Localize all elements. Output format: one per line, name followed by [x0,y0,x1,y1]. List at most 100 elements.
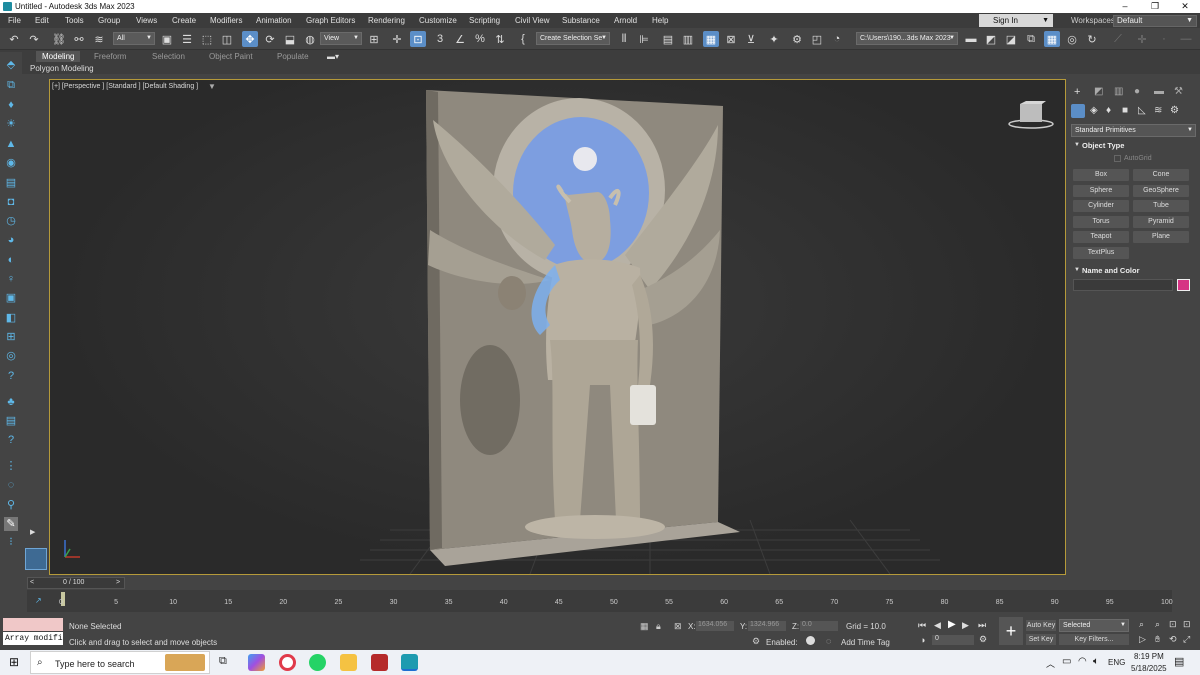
menu-customize[interactable]: Customize [419,16,457,25]
rectangular-selection-icon[interactable]: ⬚ [199,31,215,47]
tab-freeform[interactable]: Freeform [94,52,126,61]
toggle-ribbon-icon[interactable]: ▦ [703,31,719,47]
notifications-icon[interactable]: ▤ [1174,655,1184,668]
name-and-color-title[interactable]: Name and Color [1082,266,1140,275]
copilot-icon[interactable] [248,654,265,671]
next-frame-icon[interactable]: ▶ [962,620,969,631]
menu-animation[interactable]: Animation [256,16,292,25]
sphere-button[interactable]: Sphere [1073,185,1129,197]
project-new-icon[interactable]: ◩ [983,31,999,47]
rendered-frame-window-icon[interactable]: ◰ [809,31,825,47]
render-setup-icon[interactable]: ⚙ [789,31,805,47]
previous-frame-icon[interactable]: ◀ [934,620,941,631]
motion-panel-icon[interactable]: ● [1134,86,1140,97]
maximize-button[interactable]: ❐ [1140,0,1170,13]
keyboard-shortcut-override-icon[interactable]: ⊡ [410,31,426,47]
box-button[interactable]: Box [1073,169,1129,181]
spinner-snap-icon[interactable]: ⇅ [492,31,508,47]
winrar-icon[interactable] [371,654,388,671]
time-slider[interactable]: < 0 / 100 > [27,577,125,589]
grid-tool-icon[interactable]: ⊞ [4,330,18,344]
doc-tool-icon[interactable]: ▤ [4,414,18,428]
project-save-icon[interactable]: ⧉ [1023,31,1039,47]
percent-snap-icon[interactable]: % [472,31,488,47]
key-filters-button[interactable]: Key Filters... [1059,634,1129,645]
orbit-icon[interactable]: ⟲ [1169,634,1177,645]
torus-button[interactable]: Torus [1073,216,1129,228]
tab-modeling[interactable]: Modeling [36,51,81,62]
menu-help[interactable]: Help [652,16,668,25]
menu-create[interactable]: Create [172,16,196,25]
select-and-place-icon[interactable]: ◍ [302,31,318,47]
zoom-all-icon[interactable]: ⌕ [1155,619,1160,630]
3ds-max-taskbar-icon[interactable] [401,654,418,671]
pivot-center-icon[interactable]: ⊞ [366,31,382,47]
menu-file[interactable]: File [8,16,21,25]
menu-group[interactable]: Group [98,16,120,25]
project-open-icon[interactable]: ▬ [963,31,979,47]
hierarchy-panel-icon[interactable]: ▥ [1114,86,1123,97]
sign-in-dropdown[interactable]: Sign In ▼ [979,14,1053,27]
mirror-icon[interactable]: ⫴ [616,31,632,47]
clock-date[interactable]: 5/18/2025 [1131,664,1167,673]
list-tool-icon[interactable]: ▤ [4,176,18,190]
pan-icon[interactable]: ✋︎ [1155,634,1160,645]
curve-mini-icon[interactable]: ↗ [35,596,42,605]
named-selection-dropdown[interactable]: Create Selection Se ▼ [536,32,610,45]
viewcube-icon[interactable] [1006,100,1056,130]
scene-explorer-icon[interactable]: ▤ [660,31,676,47]
play-icon[interactable]: ▶ [948,619,956,630]
cameras-tab-icon[interactable]: ■ [1122,105,1128,116]
light-icon[interactable]: ♦ [4,98,18,112]
set-key-icon[interactable]: + [999,617,1023,645]
menu-graph-editors[interactable]: Graph Editors [306,16,355,25]
sun-icon[interactable]: ☀ [4,117,18,131]
expand-arrow-icon[interactable]: ▶ [30,528,40,538]
modify-panel-icon[interactable]: ◩ [1094,86,1103,97]
select-object-icon[interactable]: ▣ [159,31,175,47]
walk-icon[interactable]: ⚲ [4,498,18,512]
hierarchy-icon[interactable]: ⧉ [4,78,18,92]
project-settings-icon[interactable]: ◪ [1003,31,1019,47]
edit-named-selection-icon[interactable]: { [515,31,531,47]
edit-tool-icon[interactable]: ◧ [4,311,18,325]
display-panel-icon[interactable]: ▬ [1154,86,1164,97]
cylinder-button[interactable]: Cylinder [1073,200,1129,212]
refresh-icon[interactable]: ↻ [1084,31,1100,47]
curve-editor-icon[interactable]: ⊠ [723,31,739,47]
windows-start-icon[interactable]: ⊞ [9,655,19,669]
whatsapp-icon[interactable] [309,654,326,671]
zoom-extents-icon[interactable]: ⊡ [1169,619,1177,630]
material-editor-icon[interactable]: ✦ [766,31,782,47]
selection-tool-icon[interactable]: ◘ [4,195,18,209]
viewport-layout-icon[interactable]: ▦ [1044,31,1060,47]
rollout-collapse-icon[interactable]: ▼ [1074,267,1080,273]
file-explorer-icon[interactable] [340,654,357,671]
align-icon[interactable]: ⊫ [636,31,652,47]
clock-time[interactable]: 8:19 PM [1134,652,1164,661]
current-frame-field[interactable]: 0 [932,635,974,645]
task-view-icon[interactable]: ⧉ [219,655,227,668]
create-panel-icon[interactable]: + [1074,86,1080,98]
menu-scripting[interactable]: Scripting [469,16,500,25]
clock-icon[interactable]: ◷ [4,214,18,228]
layer-explorer-icon[interactable]: ▥ [680,31,696,47]
textplus-button[interactable]: TextPlus [1073,247,1129,259]
shapes-tab-icon[interactable]: ◈ [1090,105,1098,116]
field-of-view-icon[interactable]: ▷ [1139,634,1146,645]
project-folder-dropdown[interactable]: C:\Users\190...3ds Max 2023 ▼ [856,32,958,45]
set-key-button[interactable]: Set Key [1026,634,1056,645]
key-mode-dropdown[interactable]: Selected ▼ [1059,619,1129,632]
eye-icon[interactable]: ◎ [4,349,18,363]
link-icon[interactable]: ⛓ [51,31,67,47]
close-button[interactable]: ✕ [1170,0,1200,13]
go-to-end-icon[interactable]: ⏭ [978,620,986,631]
systems-tab-icon[interactable]: ⚙ [1170,105,1179,116]
geometry-tab-icon[interactable] [1071,104,1085,118]
z-coordinate-field[interactable]: 0.0 [800,621,838,631]
opera-icon[interactable] [279,654,296,671]
spacewarps-tab-icon[interactable]: ≋ [1154,105,1162,116]
time-config-icon[interactable]: ⚙ [979,634,987,645]
tab-selection[interactable]: Selection [152,52,185,61]
selection-filter-dropdown[interactable]: All ▼ [113,32,155,45]
